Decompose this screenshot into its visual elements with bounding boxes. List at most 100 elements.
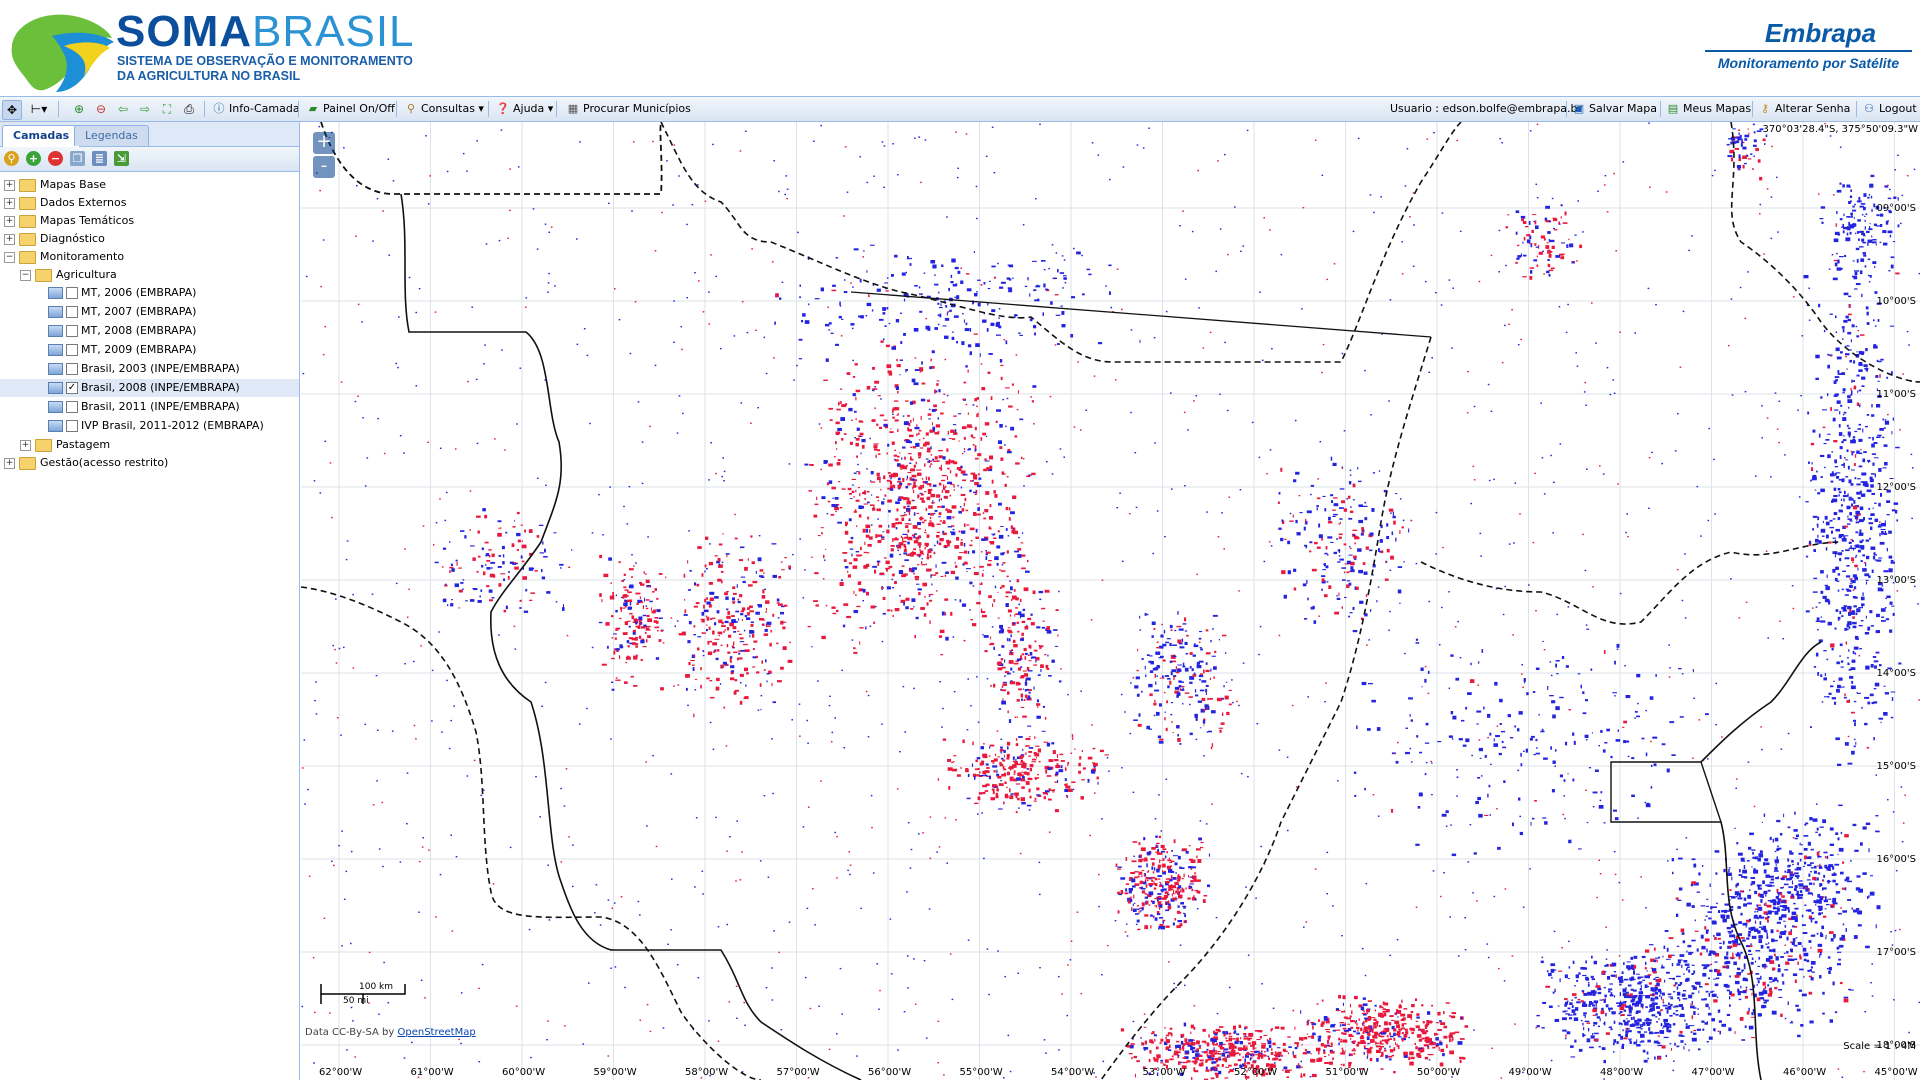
land-use-patch [1827, 393, 1829, 397]
layer-checkbox[interactable] [66, 420, 78, 432]
tree-node-diagnostico[interactable]: + Diagnóstico [4, 230, 105, 248]
land-use-patch [913, 548, 916, 551]
layer-item[interactable]: Brasil, 2003 (INPE/EMBRAPA) [48, 360, 240, 378]
land-use-patch [1010, 793, 1014, 795]
print-icon[interactable]: ⎙ [180, 100, 198, 118]
land-use-patch [1364, 517, 1368, 521]
expand-icon[interactable]: + [4, 197, 15, 209]
layer-item-selected[interactable]: ✓ Brasil, 2008 (INPE/EMBRAPA) [0, 379, 299, 397]
land-use-patch [1576, 1001, 1581, 1004]
land-use-patch [1079, 756, 1082, 760]
remove-layer-icon[interactable]: − [48, 151, 63, 166]
land-use-patch [1191, 1047, 1196, 1050]
land-use-patch [1803, 275, 1809, 279]
land-use-patch [1025, 677, 1027, 680]
map-canvas[interactable] [301, 122, 1920, 1080]
tree-node-mapas-tematicos[interactable]: + Mapas Temáticos [4, 212, 134, 230]
layer-checkbox[interactable] [66, 325, 78, 337]
land-use-patch [912, 490, 915, 493]
land-use-patch [961, 508, 965, 512]
back-arrow-icon[interactable]: ⇦ [114, 100, 132, 118]
tree-node-agricultura[interactable]: − Agricultura [20, 266, 117, 284]
land-use-patch [1879, 374, 1881, 378]
land-use-patch [972, 741, 974, 746]
layer-item[interactable]: MT, 2008 (EMBRAPA) [48, 322, 196, 340]
layer-checkbox[interactable] [66, 401, 78, 413]
land-use-patch [653, 609, 657, 612]
help-menu-button[interactable]: ❓ Ajuda ▾ [496, 100, 553, 118]
zoom-out-box-icon[interactable]: ⊖ [92, 100, 110, 118]
save-map-button[interactable]: ▣ Salvar Mapa [1572, 100, 1657, 118]
land-use-patch [1401, 1038, 1404, 1042]
land-use-patch [1152, 900, 1155, 904]
measure-tool-icon[interactable]: ⊢▾ [26, 100, 52, 118]
layer-checkbox[interactable] [66, 306, 78, 318]
land-use-patch [1874, 291, 1878, 294]
collapse-icon[interactable]: − [20, 269, 31, 281]
land-use-patch [730, 665, 735, 669]
layer-item[interactable]: MT, 2009 (EMBRAPA) [48, 341, 196, 359]
land-use-patch [988, 560, 992, 562]
land-use-patch [761, 595, 766, 599]
expand-icon[interactable]: + [4, 233, 15, 245]
my-maps-button[interactable]: ▤ Meus Mapas [1666, 100, 1751, 118]
land-use-patch [1742, 969, 1745, 972]
land-use-patch [863, 503, 868, 505]
export-icon[interactable]: ⇲ [114, 151, 129, 166]
land-use-patch [953, 489, 955, 491]
collapse-icon[interactable]: − [4, 251, 15, 263]
land-use-patch [1698, 1048, 1701, 1051]
land-use-patch [1658, 956, 1661, 959]
land-use-patch [1139, 880, 1144, 885]
layer-item[interactable]: MT, 2007 (EMBRAPA) [48, 303, 196, 321]
land-use-patch [1000, 364, 1004, 367]
info-layer-button[interactable]: ⓘ Info-Camada [212, 100, 300, 118]
map-viewport[interactable]: + - 370°03'28.4"S, 375°50'09.3"W 100 km … [301, 122, 1920, 1080]
tree-node-monitoramento[interactable]: − Monitoramento [4, 248, 124, 266]
land-use-patch [1834, 409, 1839, 411]
land-use-patch [1767, 993, 1773, 997]
land-use-patch [1850, 859, 1852, 862]
search-icon[interactable]: ⚲ [4, 151, 19, 166]
tree-node-mapas-base[interactable]: + Mapas Base [4, 176, 106, 194]
land-use-patch [1358, 519, 1364, 524]
layer-checkbox-checked[interactable]: ✓ [66, 382, 78, 394]
land-use-patch [1636, 1026, 1641, 1029]
land-use-patch [984, 509, 989, 513]
tab-legendas[interactable]: Legendas [74, 125, 149, 146]
tab-camadas[interactable]: Camadas [2, 125, 81, 147]
land-use-patch [1022, 688, 1025, 690]
search-municipalities-button[interactable]: ▦ Procurar Municípios [566, 100, 691, 118]
land-use-patch [1165, 925, 1170, 928]
land-use-patch [1181, 877, 1184, 880]
expand-icon[interactable]: + [4, 457, 15, 469]
panel-toggle-button[interactable]: ▰ Painel On/Off [306, 100, 395, 118]
copy-icon[interactable]: ❐ [70, 151, 85, 166]
layer-checkbox[interactable] [66, 287, 78, 299]
expand-icon[interactable]: + [4, 215, 15, 227]
zoom-in-box-icon[interactable]: ⊕ [70, 100, 88, 118]
land-use-patch [1784, 909, 1787, 911]
forward-arrow-icon[interactable]: ⇨ [136, 100, 154, 118]
land-use-patch [1320, 1043, 1324, 1047]
tree-node-pastagem[interactable]: + Pastagem [20, 436, 110, 454]
tree-node-dados-externos[interactable]: + Dados Externos [4, 194, 126, 212]
layer-item[interactable]: IVP Brasil, 2011-2012 (EMBRAPA) [48, 417, 264, 435]
layer-checkbox[interactable] [66, 344, 78, 356]
layer-checkbox[interactable] [66, 363, 78, 375]
logout-button[interactable]: ⚇ Logout [1862, 100, 1917, 118]
change-password-button[interactable]: ⚷ Alterar Senha [1758, 100, 1850, 118]
expand-icon[interactable]: + [20, 439, 31, 451]
full-extent-icon[interactable]: ⛶ [158, 100, 176, 118]
layer-item[interactable]: MT, 2006 (EMBRAPA) [48, 284, 196, 302]
pan-tool-icon[interactable]: ✥ [2, 100, 22, 120]
add-layer-icon[interactable]: + [26, 151, 41, 166]
layer-label: MT, 2006 (EMBRAPA) [81, 286, 197, 299]
expand-icon[interactable]: + [4, 179, 15, 191]
land-use-patch [1870, 473, 1875, 475]
queries-menu-button[interactable]: ⚲ Consultas ▾ [404, 100, 484, 118]
tree-node-gestao[interactable]: + Gestão(acesso restrito) [4, 454, 168, 472]
layer-item[interactable]: Brasil, 2011 (INPE/EMBRAPA) [48, 398, 240, 416]
land-use-patch [1536, 255, 1538, 258]
layers-icon[interactable]: ≣ [92, 151, 107, 166]
